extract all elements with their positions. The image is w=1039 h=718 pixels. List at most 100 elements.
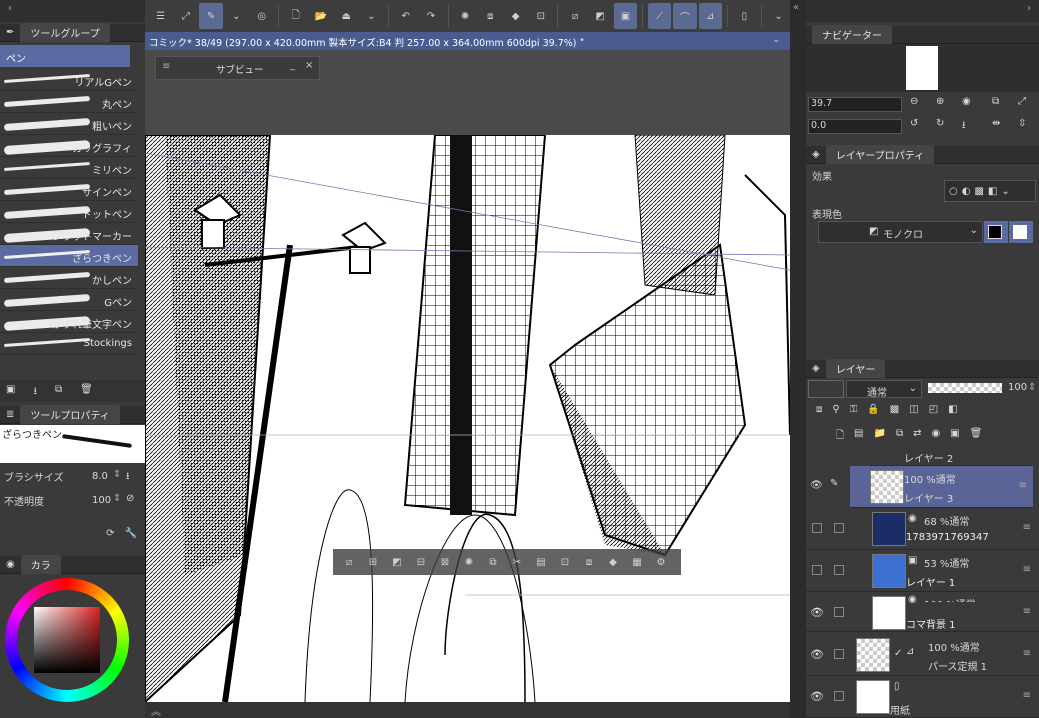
rotation-reset-icon[interactable]: ⭳ bbox=[962, 118, 966, 135]
perspective-snap-icon[interactable]: ⊿ bbox=[698, 3, 722, 29]
ruler-display-icon[interactable]: ◰ bbox=[929, 404, 938, 424]
brush-item[interactable]: リアルGペン bbox=[0, 69, 138, 91]
merge-down-icon[interactable]: ⧉ bbox=[896, 428, 903, 448]
layer-color-select[interactable] bbox=[808, 380, 844, 398]
clear-selection-icon[interactable]: ⧄ bbox=[339, 552, 359, 572]
eye-icon[interactable]: 👁 bbox=[810, 648, 824, 661]
shrink-icon[interactable]: ⊠ bbox=[435, 552, 455, 572]
layer-color-mode-icon[interactable]: ◧ bbox=[948, 404, 957, 424]
lock-box[interactable] bbox=[834, 607, 844, 617]
new-folder-icon[interactable]: 📁 bbox=[874, 428, 886, 448]
expand-panel-icon[interactable]: › bbox=[1027, 3, 1031, 14]
fill-icon[interactable]: ◆ bbox=[603, 552, 623, 572]
new-file-icon[interactable]: 🗋 bbox=[284, 3, 307, 29]
fit-window-icon[interactable]: ⤢ bbox=[1018, 96, 1026, 107]
invert-selection-icon[interactable]: ◩ bbox=[589, 3, 612, 29]
cut-icon[interactable]: ✂ bbox=[507, 552, 527, 572]
ref-layer-icon[interactable]: ⚲ bbox=[832, 404, 839, 424]
collapse-left-icon[interactable]: ‹ bbox=[8, 3, 12, 14]
layer-row[interactable]: 👁 ▯ 用紙 ≡ bbox=[806, 676, 1039, 718]
crop-icon[interactable]: ⊞ bbox=[363, 552, 383, 572]
rotation-field[interactable]: 0.0 bbox=[808, 119, 902, 134]
delete-layer-icon[interactable]: 🗑 bbox=[970, 428, 983, 448]
fullscreen-icon[interactable]: ⤢ bbox=[174, 3, 197, 29]
pattern-effect-icon[interactable]: ▩ bbox=[974, 186, 983, 197]
layer-row-selected[interactable]: 👁 ✎ 100 %通常 レイヤー 3 ≡ bbox=[810, 466, 1033, 508]
curve-snap-icon[interactable]: ⌒ bbox=[673, 3, 697, 29]
export-icon[interactable]: ⏏ bbox=[335, 3, 358, 29]
brush-item[interactable]: かしペン bbox=[0, 267, 138, 289]
zoom-in-icon[interactable]: ⊕ bbox=[936, 96, 944, 107]
collapse-right-icon[interactable]: « bbox=[793, 2, 799, 13]
ruler-snap-icon[interactable]: ⟋ bbox=[648, 3, 672, 29]
opacity-value[interactable]: 100 bbox=[92, 495, 111, 506]
eye-icon[interactable]: 👁 bbox=[810, 480, 823, 491]
menu-icon[interactable]: ☰ bbox=[149, 3, 172, 29]
blend-mode-select[interactable]: 通常 ⌄ bbox=[846, 380, 922, 399]
lock-box[interactable] bbox=[834, 649, 844, 659]
transform-icon[interactable]: ⊡ bbox=[555, 552, 575, 572]
close-tab-icon[interactable]: • bbox=[579, 35, 585, 46]
eye-icon[interactable]: 👁 bbox=[810, 690, 824, 703]
expression-color-select[interactable]: ◩ モノクロ ⌄ bbox=[818, 221, 983, 243]
loading-icon[interactable]: ✺ bbox=[453, 3, 476, 29]
brush-item[interactable]: ドットペン bbox=[0, 201, 138, 223]
brush-item[interactable]: かすれ筆文字ペン bbox=[0, 311, 138, 333]
new-vector-layer-icon[interactable]: ▤ bbox=[854, 428, 863, 448]
chevron-down-icon[interactable]: ⌄ bbox=[360, 3, 383, 29]
flip-vertical-icon[interactable]: ⇳ bbox=[1018, 118, 1026, 129]
merge-icon[interactable]: ⧈ bbox=[479, 3, 502, 29]
drag-handle-icon[interactable]: ≡ bbox=[1023, 522, 1031, 533]
rule-icon[interactable]: ◫ bbox=[909, 404, 918, 424]
pen-group-selected[interactable]: ペン bbox=[0, 45, 130, 67]
zoom-out-icon[interactable]: ⊖ bbox=[910, 96, 918, 107]
chevron-down-icon[interactable]: ⌄ bbox=[225, 3, 248, 29]
fit-icon[interactable]: ⧉ bbox=[992, 96, 999, 107]
chevron-down-icon[interactable]: ⌄ bbox=[767, 3, 790, 29]
border-effect-icon[interactable]: ○ bbox=[949, 186, 958, 197]
show-selection-icon[interactable]: ▣ bbox=[613, 3, 638, 29]
paste-icon[interactable]: ▤ bbox=[531, 552, 551, 572]
layer-row[interactable]: ▣ 53 %通常 レイヤー 1 ≡ bbox=[806, 550, 1039, 592]
drag-handle-icon[interactable]: ≡ bbox=[1023, 564, 1031, 575]
chevron-down-icon[interactable]: ⌄ bbox=[1001, 186, 1009, 197]
layer-row[interactable]: 👁 ✓ ⊿ 100 %通常 パース定規 1 ≡ bbox=[806, 634, 1039, 676]
brush-item[interactable]: ミリペン bbox=[0, 157, 138, 179]
expand-icon[interactable]: ⊟ bbox=[411, 552, 431, 572]
rotate-right-icon[interactable]: ↻ bbox=[936, 118, 944, 129]
scale-icon[interactable]: ⧈ bbox=[579, 552, 599, 572]
tone-effect-icon[interactable]: ◐ bbox=[962, 186, 971, 197]
mask-icon[interactable]: ▩ bbox=[890, 404, 899, 424]
drag-handle-icon[interactable]: ≡ bbox=[1023, 606, 1031, 617]
opacity-option-icon[interactable]: ⊘ bbox=[126, 493, 134, 504]
layer-row[interactable]: ◉ 68 %通常 1783971769347 ≡ bbox=[806, 508, 1039, 550]
copy-icon[interactable]: ▣ bbox=[6, 384, 15, 398]
new-raster-layer-icon[interactable]: 🗋 bbox=[836, 428, 844, 448]
fill-icon[interactable]: ◆ bbox=[504, 3, 527, 29]
download-icon[interactable]: ⭳ bbox=[33, 384, 37, 398]
scroll-top-icon[interactable]: ︽ bbox=[151, 703, 161, 718]
drag-handle-icon[interactable]: ≡ bbox=[162, 61, 170, 72]
lock-icon[interactable]: 🔒 bbox=[867, 404, 879, 424]
transfer-icon[interactable]: ⇄ bbox=[913, 428, 921, 448]
color-wheel[interactable] bbox=[5, 578, 129, 702]
subview-panel[interactable]: ≡ サブビュー _ × bbox=[155, 56, 320, 80]
lock-box[interactable] bbox=[834, 523, 844, 533]
white-color-button[interactable] bbox=[1009, 221, 1033, 243]
opacity-stepper-icon[interactable]: ⇕ bbox=[113, 493, 121, 504]
minimize-icon[interactable]: _ bbox=[290, 60, 295, 71]
brush-item[interactable]: カリグラフィ bbox=[0, 135, 138, 157]
pen-tool-icon[interactable]: ✎ bbox=[199, 3, 223, 29]
brush-item[interactable]: ざらつきペン bbox=[0, 245, 138, 267]
new-layer-icon[interactable]: ✺ bbox=[459, 552, 479, 572]
stepper-icon[interactable]: ⇕ bbox=[113, 469, 121, 480]
clip-icon[interactable]: ⧈ bbox=[816, 404, 822, 424]
layer-color-icon[interactable]: ◧ bbox=[988, 186, 997, 197]
record-icon[interactable]: ◎ bbox=[250, 3, 273, 29]
undo-icon[interactable]: ↶ bbox=[394, 3, 417, 29]
create-mask-icon[interactable]: ◉ bbox=[931, 428, 940, 448]
manga-canvas[interactable]: ⧄ ⊞ ◩ ⊟ ⊠ ✺ ⧉ ✂ ▤ ⊡ ⧈ ◆ ▦ ⚙ bbox=[145, 135, 790, 702]
redo-icon[interactable]: ↷ bbox=[419, 3, 442, 29]
tab-menu-chevron-icon[interactable]: ⌄ bbox=[772, 34, 780, 45]
duplicate-icon[interactable]: ⧉ bbox=[55, 384, 62, 398]
